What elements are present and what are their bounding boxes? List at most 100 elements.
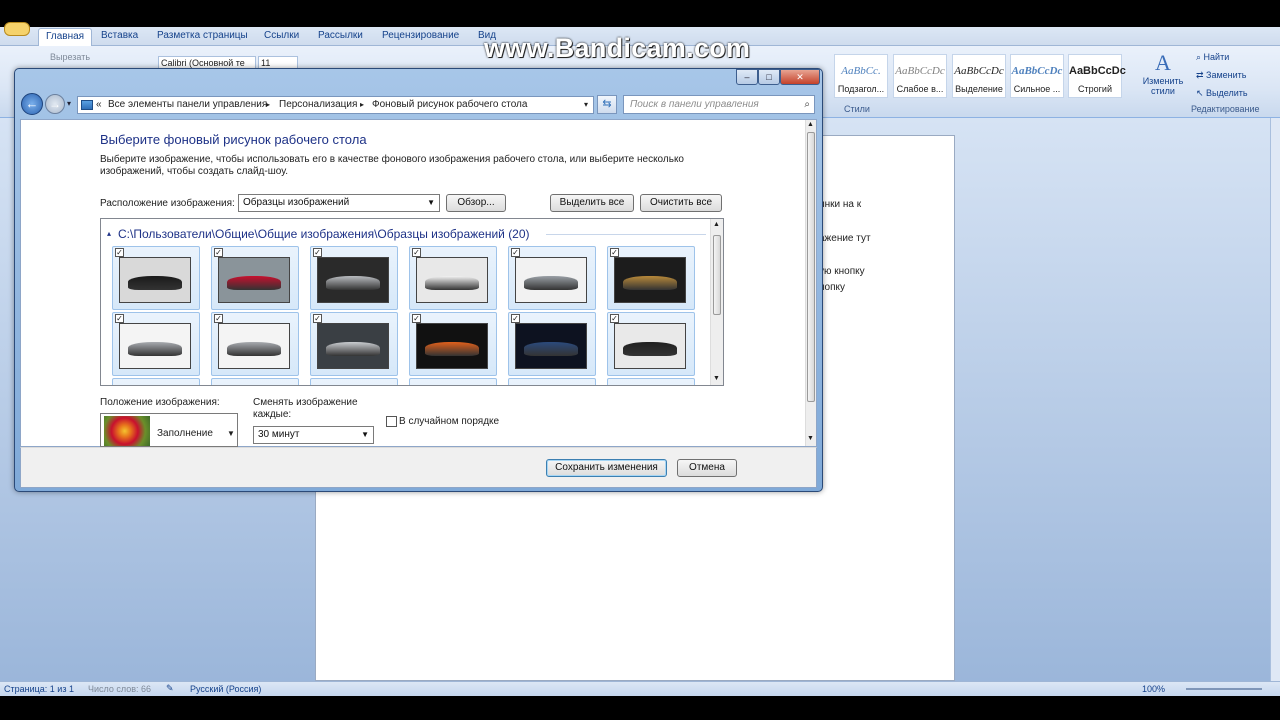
browse-button[interactable]: Обзор... <box>446 194 506 212</box>
wallpaper-thumbnail[interactable] <box>112 378 200 385</box>
breadcrumb-desktop-background[interactable]: Фоновый рисунок рабочего стола <box>372 97 527 113</box>
tab-insert[interactable]: Вставка <box>101 30 138 41</box>
wallpaper-thumbnail[interactable]: ✓ <box>508 246 596 310</box>
address-dropdown-icon[interactable]: ▾ <box>584 97 588 113</box>
replace-button[interactable]: ⇄ Заменить <box>1196 70 1247 81</box>
wallpaper-thumbnail[interactable] <box>310 378 398 385</box>
thumbnail-checkbox[interactable]: ✓ <box>412 314 421 323</box>
cut-button[interactable]: Вырезать <box>50 52 90 62</box>
scroll-up-icon[interactable]: ▲ <box>807 121 814 128</box>
history-dropdown-icon[interactable]: ▾ <box>67 99 71 108</box>
thumbnail-checkbox[interactable]: ✓ <box>610 314 619 323</box>
interval-select[interactable]: 30 минут ▼ <box>253 426 374 444</box>
zoom-slider[interactable] <box>1186 688 1262 690</box>
proofing-icon[interactable]: ✎ <box>166 683 174 694</box>
office-button[interactable] <box>4 22 30 36</box>
wallpaper-thumbnail[interactable]: ✓ <box>112 246 200 310</box>
breadcrumb-personalization[interactable]: Персонализация <box>279 97 357 113</box>
gallery-scroll-thumb[interactable] <box>713 235 721 315</box>
status-language[interactable]: Русский (Россия) <box>190 684 261 694</box>
thumbnail-checkbox[interactable]: ✓ <box>115 314 124 323</box>
interval-label-2: каждые: <box>253 409 292 420</box>
car-shape <box>425 342 479 356</box>
style-strong[interactable]: AaBbCcDc Строгий <box>1068 54 1126 98</box>
forward-button[interactable]: → <box>45 94 65 114</box>
thumbnail-checkbox[interactable]: ✓ <box>214 314 223 323</box>
clear-all-button[interactable]: Очистить все <box>640 194 722 212</box>
status-word-count[interactable]: Число слов: 66 <box>88 684 151 694</box>
document-scrollbar[interactable] <box>1270 118 1280 681</box>
shuffle-label[interactable]: В случайном порядке <box>399 416 499 427</box>
thumbnail-checkbox[interactable]: ✓ <box>511 314 520 323</box>
wallpaper-thumbnail[interactable]: ✓ <box>310 312 398 376</box>
cancel-button[interactable]: Отмена <box>677 459 737 477</box>
chevron-down-icon: ▼ <box>427 198 435 207</box>
style-subtle-emphasis[interactable]: AaBbCcDc Слабое в... <box>893 54 947 98</box>
tab-home[interactable]: Главная <box>38 28 93 46</box>
wallpaper-thumbnail[interactable]: ✓ <box>607 312 695 376</box>
find-button[interactable]: ⌕ Найти <box>1196 52 1229 63</box>
tab-mailings[interactable]: Рассылки <box>318 30 363 41</box>
breadcrumb-separator-icon[interactable]: ▸ <box>360 97 364 113</box>
overflow-chevron[interactable]: « <box>96 97 102 113</box>
minimize-button[interactable]: – <box>736 69 758 85</box>
save-changes-button[interactable]: Сохранить изменения <box>546 459 667 477</box>
breadcrumb-separator-icon[interactable]: ▸ <box>266 97 270 113</box>
wallpaper-thumbnail[interactable] <box>409 378 497 385</box>
wallpaper-thumbnail[interactable]: ✓ <box>607 246 695 310</box>
wallpaper-thumbnail[interactable]: ✓ <box>409 246 497 310</box>
wallpaper-thumbnail[interactable]: ✓ <box>211 246 299 310</box>
car-shape <box>623 276 677 290</box>
style-subtitle[interactable]: AaBbCc. Подзагол... <box>834 54 888 98</box>
status-zoom[interactable]: 100% <box>1142 684 1165 694</box>
select-button[interactable]: ↖ Выделить <box>1196 88 1248 99</box>
thumbnail-checkbox[interactable]: ✓ <box>115 248 124 257</box>
wallpaper-thumbnail[interactable]: ✓ <box>112 312 200 376</box>
thumbnail-checkbox[interactable]: ✓ <box>214 248 223 257</box>
tab-page-layout[interactable]: Разметка страницы <box>157 30 248 41</box>
address-bar[interactable]: « Все элементы панели управления ▸ Персо… <box>77 96 594 114</box>
find-icon: ⌕ <box>1196 52 1204 62</box>
style-intense-emphasis[interactable]: AaBbCcDc Сильное ... <box>1010 54 1064 98</box>
scroll-down-icon[interactable]: ▼ <box>807 435 814 442</box>
car-shape <box>326 276 380 290</box>
wallpaper-thumbnail[interactable] <box>508 378 596 385</box>
wallpaper-thumbnail[interactable] <box>211 378 299 385</box>
wallpaper-thumbnail[interactable]: ✓ <box>310 246 398 310</box>
close-button[interactable]: ✕ <box>780 69 820 85</box>
tab-review[interactable]: Рецензирование <box>382 30 459 41</box>
wallpaper-thumbnail[interactable]: ✓ <box>409 312 497 376</box>
thumbnail-checkbox[interactable]: ✓ <box>313 248 322 257</box>
gallery-group-header[interactable]: C:\Пользователи\Общие\Общие изображения\… <box>118 227 530 241</box>
collapse-group-icon[interactable]: ▴ <box>107 229 111 238</box>
gallery-scrollbar[interactable]: ▲ ▼ <box>710 219 723 385</box>
wallpaper-thumbnail[interactable]: ✓ <box>508 312 596 376</box>
position-select[interactable]: Заполнение ▼ <box>100 413 238 447</box>
tab-references[interactable]: Ссылки <box>264 30 299 41</box>
select-all-button[interactable]: Выделить все <box>550 194 634 212</box>
content-scroll-thumb[interactable] <box>807 132 815 402</box>
status-page[interactable]: Страница: 1 из 1 <box>4 684 74 694</box>
style-emphasis[interactable]: AaBbCcDc Выделение <box>952 54 1006 98</box>
thumbnail-checkbox[interactable]: ✓ <box>313 314 322 323</box>
car-image <box>119 257 191 303</box>
wallpaper-thumbnail[interactable] <box>607 378 695 385</box>
refresh-icon: ⇆ <box>602 98 612 110</box>
car-shape <box>326 342 380 356</box>
maximize-button[interactable]: □ <box>758 69 780 85</box>
thumbnail-checkbox[interactable]: ✓ <box>610 248 619 257</box>
shuffle-checkbox[interactable] <box>386 416 397 427</box>
location-select[interactable]: Образцы изображений ▼ <box>238 194 440 212</box>
change-styles-button[interactable]: A Изменить стили <box>1140 50 1186 100</box>
breadcrumb-control-panel[interactable]: Все элементы панели управления <box>108 97 267 113</box>
search-input[interactable]: Поиск в панели управления ⌕ <box>623 95 815 114</box>
content-scrollbar[interactable]: ▲ ▼ <box>805 120 816 446</box>
search-icon[interactable]: ⌕ <box>804 96 810 113</box>
scroll-up-icon[interactable]: ▲ <box>713 221 720 228</box>
refresh-button[interactable]: ⇆ <box>597 95 617 114</box>
wallpaper-thumbnail[interactable]: ✓ <box>211 312 299 376</box>
back-button[interactable]: ← <box>21 93 43 115</box>
thumbnail-checkbox[interactable]: ✓ <box>412 248 421 257</box>
scroll-down-icon[interactable]: ▼ <box>713 375 720 382</box>
thumbnail-checkbox[interactable]: ✓ <box>511 248 520 257</box>
